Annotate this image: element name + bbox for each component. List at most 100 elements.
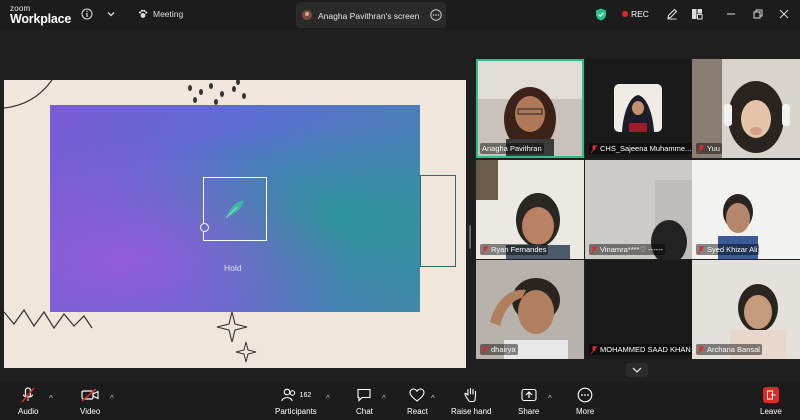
participant-tile[interactable]: Archana Bansal	[692, 260, 800, 359]
rec-dot-icon	[622, 11, 628, 17]
video-label: Video	[80, 407, 101, 416]
rec-label: REC	[631, 9, 649, 19]
participant-tile[interactable]: Yuu	[692, 59, 800, 158]
audio-button[interactable]: Audio	[18, 386, 38, 416]
slide-gradient-panel: Hold	[50, 105, 420, 312]
logo-big-text: Workplace	[10, 12, 72, 26]
participant-name: Yuu	[696, 143, 722, 154]
participant-name: Ryan Fernandes	[480, 244, 549, 255]
meeting-controls: Audio ^ Video ^ 162 Participants ^ Chat …	[0, 382, 800, 420]
participant-name: CHS_Sajeena Muhamme...	[589, 143, 693, 154]
participant-tile[interactable]: CHS_Sajeena Muhamme...	[585, 59, 693, 158]
shared-screen: Hold	[4, 80, 466, 368]
restore-window-icon[interactable]	[751, 7, 765, 21]
share-options-caret[interactable]: ^	[548, 394, 552, 403]
video-off-icon	[81, 388, 99, 402]
participants-options-caret[interactable]: ^	[326, 394, 330, 403]
panel-resize-handle[interactable]	[469, 225, 471, 249]
next-page-button[interactable]	[626, 363, 648, 377]
participant-name: MOHAMMED SAAD KHAN	[589, 344, 693, 355]
mic-muted-icon	[591, 345, 597, 354]
chevron-down-icon[interactable]	[104, 7, 118, 21]
leave-button[interactable]: Leave	[760, 386, 782, 416]
minimize-icon[interactable]	[724, 7, 738, 21]
chat-label: Chat	[356, 407, 373, 416]
participants-button[interactable]: 162 Participants	[275, 386, 317, 416]
react-button[interactable]: React	[407, 386, 428, 416]
participant-name-text: dhairya	[491, 345, 516, 354]
hold-label: Hold	[224, 263, 242, 273]
participant-name: Archana Bansal	[696, 344, 762, 355]
chat-button[interactable]: Chat	[356, 386, 373, 416]
chat-icon	[357, 388, 372, 402]
more-icon	[577, 387, 593, 403]
app-logo: zoom Workplace	[10, 4, 72, 26]
participant-name-text: Ryan Fernandes	[491, 245, 547, 254]
title-bar: zoom Workplace Meeting Anagha Pavithran'…	[0, 0, 800, 30]
hold-frame	[203, 177, 267, 241]
meeting-main-area: Hold Anagha Pavithran CHS_Sajeena Muhamm…	[0, 30, 800, 382]
audio-options-caret[interactable]: ^	[49, 394, 53, 403]
participant-tile[interactable]: Anagha Pavithran	[476, 59, 584, 158]
participant-name-text: Vinamra****♡ ------	[600, 245, 664, 254]
participant-name-text: Archana Bansal	[707, 345, 760, 354]
raise-hand-button[interactable]: Raise hand	[451, 386, 491, 416]
leave-label: Leave	[760, 407, 782, 416]
participant-name-text: Syed Khizar Ali	[707, 245, 758, 254]
participant-name: Vinamra****♡ ------	[589, 244, 666, 255]
mic-muted-icon	[21, 387, 35, 403]
mic-muted-icon	[482, 345, 488, 354]
participant-name-text: MOHAMMED SAAD KHAN	[600, 345, 691, 354]
mic-muted-icon	[698, 245, 704, 254]
close-icon[interactable]	[777, 7, 791, 21]
share-tab-label: Anagha Pavithran's screen	[318, 11, 420, 21]
mic-muted-icon	[591, 144, 597, 153]
react-options-caret[interactable]: ^	[431, 394, 435, 403]
share-label: Share	[518, 407, 540, 416]
paw-icon	[138, 9, 148, 18]
presenter-avatar-icon	[302, 10, 312, 20]
video-button[interactable]: Video	[80, 386, 100, 416]
layout-view-icon[interactable]	[690, 7, 704, 21]
participant-name: dhairya	[480, 344, 518, 355]
participant-tile[interactable]: dhairya	[476, 260, 584, 359]
more-label: More	[576, 407, 595, 416]
participant-name-text: CHS_Sajeena Muhamme...	[600, 144, 692, 153]
participant-tile[interactable]: Vinamra****♡ ------	[585, 160, 693, 259]
raise-hand-label: Raise hand	[451, 407, 492, 416]
audio-label: Audio	[18, 407, 39, 416]
participants-label: Participants	[275, 407, 317, 416]
slide-outline-box	[420, 175, 456, 267]
react-label: React	[407, 407, 428, 416]
chat-options-caret[interactable]: ^	[382, 394, 386, 403]
heart-icon	[409, 388, 426, 402]
participant-tile[interactable]: Syed Khizar Ali	[692, 160, 800, 259]
annotate-pencil-icon[interactable]	[665, 7, 679, 21]
participant-name: Syed Khizar Ali	[696, 244, 760, 255]
share-button[interactable]: Share	[518, 386, 539, 416]
share-screen-icon	[521, 388, 537, 402]
feather-icon	[225, 200, 244, 219]
more-button[interactable]: More	[576, 386, 594, 416]
leave-door-icon	[762, 387, 779, 403]
raise-hand-icon	[464, 387, 477, 403]
mic-muted-icon	[591, 245, 597, 254]
more-options-icon[interactable]	[430, 9, 442, 21]
participant-tile[interactable]: MOHAMMED SAAD KHAN	[585, 260, 693, 359]
participant-tile[interactable]: Ryan Fernandes	[476, 160, 584, 259]
participant-name: Anagha Pavithran	[480, 143, 544, 154]
info-icon[interactable]	[80, 7, 94, 21]
mic-muted-icon	[482, 245, 488, 254]
meeting-tab[interactable]: Meeting	[138, 9, 183, 19]
participants-count: 162	[299, 391, 312, 399]
participants-icon	[280, 388, 295, 402]
recording-indicator[interactable]: REC	[622, 9, 649, 19]
chevron-down-icon	[632, 367, 642, 373]
screen-share-tab[interactable]: Anagha Pavithran's screen	[296, 2, 446, 28]
video-options-caret[interactable]: ^	[110, 394, 114, 403]
participant-name-text: Yuu	[707, 144, 720, 153]
meeting-label: Meeting	[153, 9, 184, 19]
hold-handle-dot	[200, 223, 209, 232]
mic-muted-icon	[698, 144, 704, 153]
security-shield-icon[interactable]	[594, 7, 608, 21]
